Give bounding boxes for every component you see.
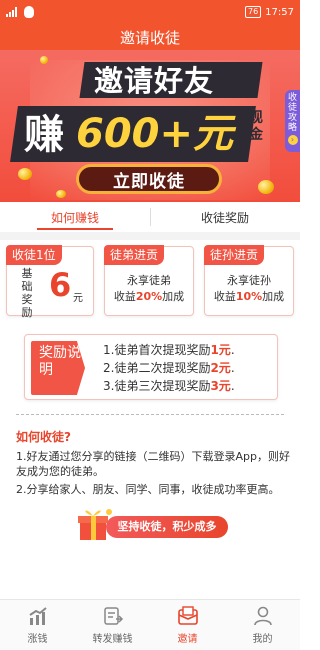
card-line2: 收益20%加成 bbox=[105, 289, 193, 305]
reward-item: 1.徒弟首次提现奖励1元. bbox=[103, 343, 235, 357]
nav-label: 涨钱 bbox=[27, 634, 48, 645]
card-title: 徒孙进贡 bbox=[204, 245, 265, 265]
clock: 17:57 bbox=[265, 6, 294, 18]
how-to-step: 2.分享给家人、朋友、同学、同事，收徒成功率更高。 bbox=[16, 483, 280, 496]
coin-icon bbox=[258, 180, 274, 194]
tab-rewards[interactable]: 收徒奖励 bbox=[150, 202, 300, 232]
page-title: 邀请收徒 bbox=[119, 28, 180, 47]
qq-icon bbox=[24, 6, 34, 18]
banner-cash: 现金 bbox=[249, 110, 263, 143]
nav-label: 转发赚钱 bbox=[92, 634, 133, 645]
card-pre: 收益 bbox=[213, 290, 236, 303]
reward-list: 1.徒弟首次提现奖励1元. 2.徒弟二次提现奖励2元. 3.徒弟三次提现奖励3元… bbox=[103, 341, 235, 395]
nav-label: 我的 bbox=[252, 634, 273, 645]
share-doc-icon bbox=[103, 607, 123, 625]
invite-now-button[interactable]: 立即收徒 bbox=[76, 164, 222, 194]
card-percent: 10% bbox=[235, 290, 263, 303]
reward-card-grand-apprentice: 徒孙进贡 永享徒孙 收益10%加成 bbox=[204, 245, 294, 316]
coin-icon bbox=[56, 190, 66, 198]
persist-label: 坚持收徒，积少成多 bbox=[106, 516, 228, 538]
trend-icon bbox=[28, 607, 47, 625]
reward-card-basic: 收徒1位 基础奖励 6 元 bbox=[6, 245, 94, 319]
status-bar: 76 17:57 bbox=[0, 0, 300, 24]
how-to-section: 如何收徒? 1.好友通过您分享的链接（二维码）下载登录App，则好友成为您的徒弟… bbox=[16, 430, 290, 500]
card-text: 永享徒弟 收益20%加成 bbox=[105, 273, 193, 305]
tab-how-to-earn[interactable]: 如何赚钱 bbox=[0, 202, 150, 232]
strategy-tab[interactable]: 收徒攻略 › bbox=[285, 90, 300, 152]
card-unit: 元 bbox=[73, 293, 83, 304]
banner-headline: 邀请好友 赚 600+元 现金 bbox=[10, 58, 282, 180]
nav-item-share[interactable]: 转发赚钱 bbox=[75, 600, 150, 650]
invite-envelope-icon bbox=[177, 606, 198, 625]
how-to-step: 1.好友通过您分享的链接（二维码）下载登录App，则好友成为您的徒弟。 bbox=[16, 450, 290, 478]
page-header: 邀请收徒 bbox=[0, 24, 300, 50]
section-separator bbox=[0, 232, 300, 240]
reward-explanation: 奖励说明 1.徒弟首次提现奖励1元. 2.徒弟二次提现奖励2元. 3.徒弟三次提… bbox=[24, 334, 278, 400]
card-post: 加成 bbox=[162, 290, 185, 303]
card-post: 加成 bbox=[262, 290, 285, 303]
card-label: 基础奖励 bbox=[21, 267, 33, 319]
user-icon bbox=[253, 606, 272, 626]
reward-tag: 奖励说明 bbox=[31, 341, 85, 395]
card-title: 徒弟进贡 bbox=[104, 245, 165, 265]
card-title: 收徒1位 bbox=[6, 245, 62, 265]
nav-item-invite[interactable]: 邀请 bbox=[150, 600, 225, 650]
bottom-nav: 涨钱 转发赚钱 邀请 我的 bbox=[0, 599, 300, 650]
card-line1: 永享徒孙 bbox=[227, 274, 271, 287]
chevron-right-icon: › bbox=[287, 135, 298, 145]
strategy-tab-label: 收徒攻略 bbox=[287, 93, 297, 133]
banner-amount: 600+元 bbox=[76, 111, 234, 157]
card-percent: 20% bbox=[135, 290, 163, 303]
card-text: 永享徒孙 收益10%加成 bbox=[205, 273, 293, 305]
banner-line1: 邀请好友 bbox=[94, 64, 215, 98]
card-line1: 永享徒弟 bbox=[127, 274, 171, 287]
reward-item: 3.徒弟三次提现奖励3元. bbox=[103, 379, 235, 393]
nav-item-earn[interactable]: 涨钱 bbox=[0, 600, 75, 650]
battery-icon: 76 bbox=[244, 6, 262, 18]
tab-divider bbox=[150, 208, 151, 226]
nav-item-mine[interactable]: 我的 bbox=[225, 600, 300, 650]
dashed-divider bbox=[16, 414, 284, 415]
signal-icon bbox=[6, 7, 20, 17]
tab-bar: 如何赚钱 收徒奖励 bbox=[0, 202, 300, 232]
how-to-title: 如何收徒? bbox=[16, 430, 71, 444]
card-pre: 收益 bbox=[113, 290, 136, 303]
reward-card-apprentice: 徒弟进贡 永享徒弟 收益20%加成 bbox=[104, 245, 194, 316]
persist-banner: 坚持收徒，积少成多 bbox=[74, 504, 236, 544]
banner-earn: 赚 bbox=[24, 112, 64, 158]
nav-label: 邀请 bbox=[177, 634, 198, 645]
card-amount: 6 bbox=[49, 266, 72, 304]
card-line2: 收益10%加成 bbox=[205, 289, 293, 305]
reward-item: 2.徒弟二次提现奖励2元. bbox=[103, 361, 235, 375]
